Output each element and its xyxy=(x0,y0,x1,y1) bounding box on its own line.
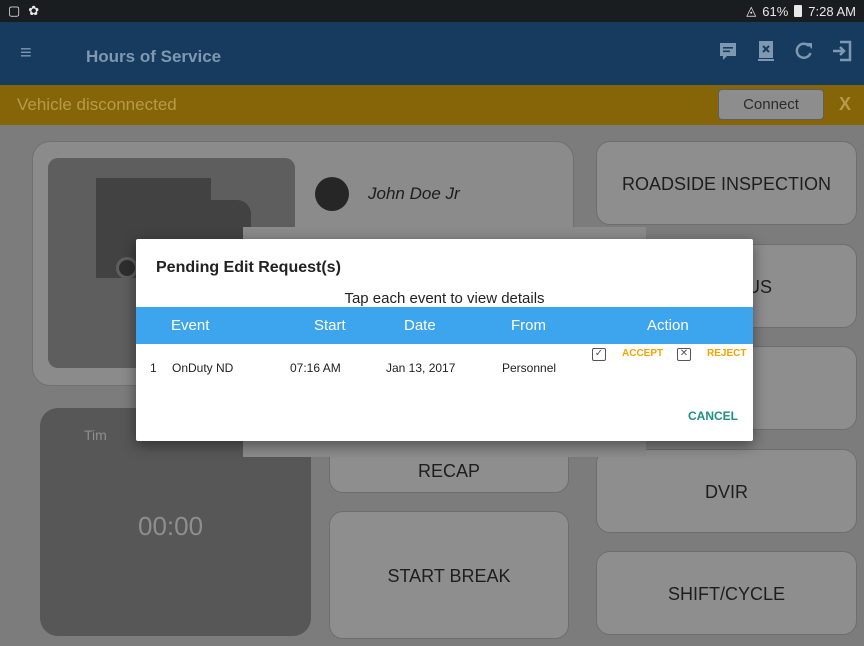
reject-label: REJECT xyxy=(707,348,747,359)
column-start: Start xyxy=(314,317,346,334)
notification-icon: ✿ xyxy=(28,3,40,18)
screenshot-icon: ▢ xyxy=(8,3,21,18)
app-bar: ≡ Hours of Service xyxy=(0,22,864,85)
accept-label: ACCEPT xyxy=(622,348,664,359)
clock: 7:28 AM xyxy=(808,3,856,19)
column-action: Action xyxy=(647,317,689,334)
document-x-icon[interactable] xyxy=(754,39,778,63)
battery-icon xyxy=(794,5,803,17)
accept-icon: ✓ xyxy=(592,348,606,361)
column-event: Event xyxy=(171,317,210,334)
shift-cycle-button[interactable]: SHIFT/CYCLE xyxy=(596,551,857,635)
status-bar: ▢ ✿ ◬ 61% 7:28 AM xyxy=(0,0,864,22)
connect-button[interactable]: Connect xyxy=(718,89,824,120)
dialog-title: Pending Edit Request(s) xyxy=(156,259,341,276)
row-date: Jan 13, 2017 xyxy=(386,361,456,375)
logout-icon[interactable] xyxy=(830,39,854,63)
screen: ▢ ✿ ◬ 61% 7:28 AM ≡ Hours of Service Veh… xyxy=(0,0,864,646)
vehicle-warning-bar: Vehicle disconnected Connect X xyxy=(0,85,864,125)
roadside-inspection-button[interactable]: ROADSIDE INSPECTION xyxy=(596,141,857,225)
app-title: Hours of Service xyxy=(86,47,222,66)
reject-icon: ✕ xyxy=(677,348,691,361)
timer-label: Tim xyxy=(84,427,107,443)
column-from: From xyxy=(511,317,546,334)
warning-message: Vehicle disconnected xyxy=(17,95,177,114)
driver-name: John Doe Jr xyxy=(368,184,460,203)
cancel-button[interactable]: CANCEL xyxy=(688,409,738,423)
row-start: 07:16 AM xyxy=(290,361,341,375)
dvir-button[interactable]: DVIR xyxy=(596,449,857,533)
recap-label: RECAP xyxy=(417,461,480,481)
avatar-icon xyxy=(315,177,349,211)
table-header: Event Start Date From Action xyxy=(136,307,753,344)
menu-icon[interactable]: ≡ xyxy=(20,42,32,65)
column-date: Date xyxy=(404,317,436,334)
row-index: 1 xyxy=(150,361,157,375)
row-from: Personnel xyxy=(502,361,557,375)
dialog-subtitle: Tap each event to view details xyxy=(344,290,545,307)
wifi-icon: ◬ xyxy=(746,3,757,18)
pending-edit-dialog: Pending Edit Request(s) Tap each event t… xyxy=(136,239,753,441)
timer-value: 00:00 xyxy=(138,511,204,541)
table-row[interactable]: 1 OnDuty ND 07:16 AM Jan 13, 2017 Person… xyxy=(136,347,753,391)
truck-wheel-shape xyxy=(116,257,138,279)
row-event: OnDuty ND xyxy=(172,361,234,375)
refresh-icon[interactable] xyxy=(792,39,816,63)
message-icon[interactable] xyxy=(716,39,740,63)
close-warning-button[interactable]: X xyxy=(839,94,851,115)
start-break-button[interactable]: START BREAK xyxy=(329,511,569,639)
battery-percent: 61% xyxy=(762,3,789,19)
